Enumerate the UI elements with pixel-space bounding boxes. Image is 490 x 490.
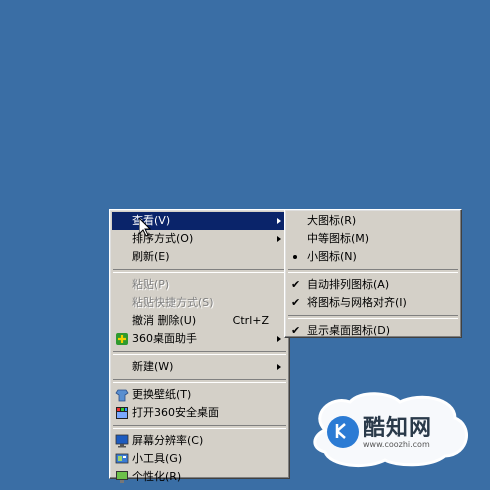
- menu-item-label: 中等图标(M): [307, 232, 370, 245]
- gadgets-icon: [115, 453, 129, 464]
- menu-separator: [288, 315, 458, 319]
- menu-item-refresh[interactable]: 刷新(E): [112, 248, 287, 266]
- wallpaper-icon: [115, 389, 129, 402]
- menu-item-360-assistant[interactable]: 360桌面助手: [112, 330, 287, 348]
- menu-item-paste[interactable]: 粘贴(P): [112, 276, 287, 294]
- menu-item-label: 撤消 删除(U): [132, 314, 197, 327]
- menu-separator: [113, 425, 286, 429]
- submenu-item-medium-icons[interactable]: 中等图标(M): [287, 230, 459, 248]
- mouse-cursor-icon: [139, 218, 151, 237]
- watermark-url: www.coozhi.com: [363, 440, 430, 449]
- menu-item-label: 粘贴(P): [132, 278, 170, 291]
- menu-item-screen-resolution[interactable]: 屏幕分辨率(C): [112, 432, 287, 450]
- submenu-arrow-icon: [277, 364, 281, 370]
- personalize-icon: [116, 471, 128, 483]
- menu-item-label: 打开360安全桌面: [132, 406, 219, 419]
- checkmark-icon: ✔: [291, 324, 301, 337]
- menu-item-label: 更换壁纸(T): [132, 388, 192, 401]
- menu-item-label: 屏幕分辨率(C): [132, 434, 204, 447]
- menu-item-label: 刷新(E): [132, 250, 170, 263]
- menu-item-new[interactable]: 新建(W): [112, 358, 287, 376]
- submenu-arrow-icon: [277, 218, 281, 224]
- menu-item-label: 360桌面助手: [132, 332, 197, 345]
- menu-item-label: 大图标(R): [307, 214, 357, 227]
- menu-separator: [288, 269, 458, 273]
- menu-item-gadgets[interactable]: 小工具(G): [112, 450, 287, 468]
- submenu-item-large-icons[interactable]: 大图标(R): [287, 212, 459, 230]
- checkmark-icon: ✔: [291, 296, 301, 309]
- menu-item-label: 小图标(N): [307, 250, 357, 263]
- menu-item-personalize[interactable]: 个性化(R): [112, 468, 287, 486]
- menu-item-paste-shortcut[interactable]: 粘贴快捷方式(S): [112, 294, 287, 312]
- menu-item-undo-delete[interactable]: 撤消 删除(U) Ctrl+Z: [112, 312, 287, 330]
- checkmark-icon: ✔: [291, 278, 301, 291]
- submenu-item-auto-arrange[interactable]: ✔ 自动排列图标(A): [287, 276, 459, 294]
- monitor-icon: [115, 434, 129, 448]
- submenu-arrow-icon: [277, 236, 281, 242]
- menu-item-label: 将图标与网格对齐(I): [307, 296, 407, 309]
- menu-separator: [113, 379, 286, 383]
- desktop-context-menu: 查看(V) 排序方式(O) 刷新(E) 粘贴(P) 粘贴快捷方式(S) 撤消 删…: [109, 209, 290, 483]
- menu-item-open-360-desktop[interactable]: 打开360安全桌面: [112, 404, 287, 422]
- submenu-item-show-desktop-icons[interactable]: ✔ 显示桌面图标(D): [287, 322, 459, 340]
- menu-item-label: 查看(V): [132, 214, 171, 227]
- submenu-item-align-to-grid[interactable]: ✔ 将图标与网格对齐(I): [287, 294, 459, 312]
- 360-assistant-icon: [116, 333, 128, 345]
- menu-item-label: 自动排列图标(A): [307, 278, 390, 291]
- menu-item-label: 显示桌面图标(D): [307, 324, 391, 337]
- radio-bullet-icon: [293, 255, 297, 259]
- 360-desktop-icon: [116, 407, 128, 419]
- submenu-item-small-icons[interactable]: 小图标(N): [287, 248, 459, 266]
- menu-item-label: 新建(W): [132, 360, 174, 373]
- shortcut-label: Ctrl+Z: [232, 314, 269, 327]
- watermark: 酷知网 www.coozhi.com: [305, 390, 475, 470]
- menu-item-label: 粘贴快捷方式(S): [132, 296, 214, 309]
- menu-separator: [113, 351, 286, 355]
- submenu-arrow-icon: [277, 336, 281, 342]
- watermark-title: 酷知网: [363, 416, 433, 441]
- view-submenu: 大图标(R) 中等图标(M) 小图标(N) ✔ 自动排列图标(A) ✔ 将图标与…: [284, 209, 462, 338]
- menu-separator: [113, 269, 286, 273]
- menu-item-label: 个性化(R): [132, 470, 182, 483]
- menu-item-change-wallpaper[interactable]: 更换壁纸(T): [112, 386, 287, 404]
- menu-item-label: 小工具(G): [132, 452, 183, 465]
